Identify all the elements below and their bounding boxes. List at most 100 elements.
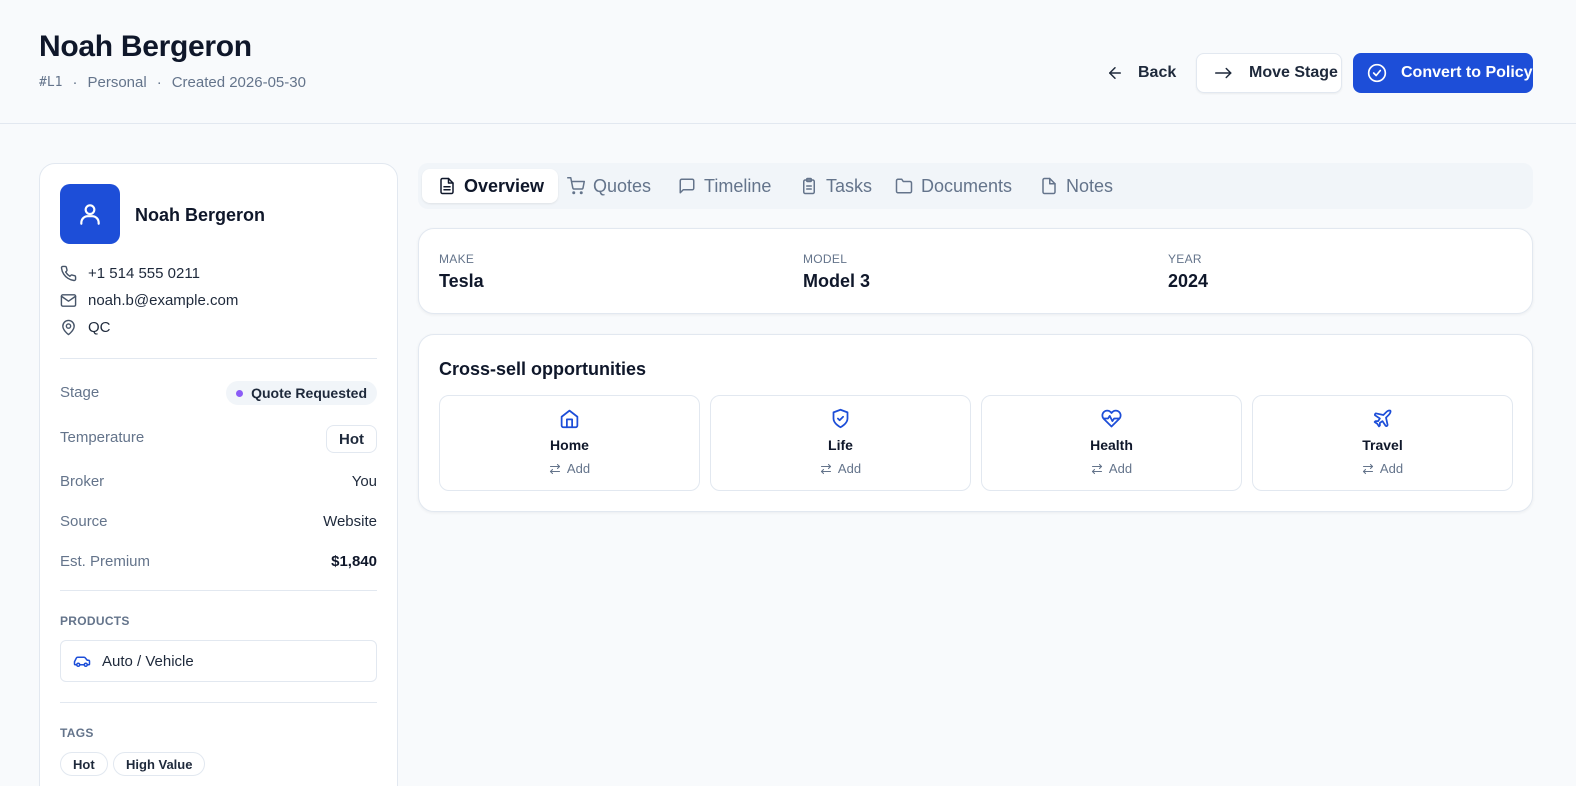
- convert-to-policy-button[interactable]: Convert to Policy: [1353, 53, 1533, 93]
- stage-label: Stage: [60, 384, 100, 401]
- phone-value: +1 514 555 0211: [88, 265, 200, 282]
- add-label: Add: [1379, 461, 1404, 476]
- meta-separator: ·: [72, 74, 78, 91]
- tab-label: Overview: [464, 175, 545, 196]
- stage-dot: [236, 389, 244, 397]
- tab-label: Quotes: [593, 175, 652, 196]
- email-value: noah.b@example.com: [88, 292, 239, 309]
- product-label: Auto / Vehicle: [102, 652, 194, 670]
- make-value: Tesla: [439, 271, 484, 291]
- premium-value: $1,840: [331, 553, 377, 570]
- stage-badge: Quote Requested: [226, 381, 377, 405]
- temperature-badge: Hot: [326, 425, 377, 453]
- check-circle-icon: [1367, 63, 1387, 83]
- lead-profile-card: Noah Bergeron +1 514 555 0211 noah.b@exa…: [39, 163, 398, 786]
- cross-sell-name: Health: [1090, 437, 1133, 453]
- avatar: [60, 184, 120, 244]
- tab-quotes[interactable]: Quotes: [551, 169, 665, 203]
- tab-label: Documents: [921, 175, 1013, 196]
- tab-label: Tasks: [826, 175, 873, 196]
- products-caption: PRODUCTS: [60, 614, 130, 628]
- lead-type: Personal: [87, 74, 147, 91]
- cross-sell-card: Cross-sell opportunities Home Add Life A…: [418, 334, 1533, 512]
- cross-sell-add[interactable]: Add: [1253, 461, 1512, 476]
- lead-meta: #L1 · Personal · Created 2026-05-30: [39, 74, 306, 91]
- clipboard-icon: [803, 177, 815, 195]
- tab-label: Timeline: [704, 175, 772, 196]
- lead-id: #L1: [39, 75, 63, 90]
- cross-sell-name: Life: [828, 437, 853, 453]
- add-label: Add: [566, 461, 591, 476]
- stage-value: Quote Requested: [251, 385, 367, 401]
- swap-icon: [820, 463, 831, 474]
- file-icon: [1042, 177, 1056, 195]
- location-value: QC: [88, 319, 111, 336]
- meta-separator: ·: [156, 74, 162, 91]
- swap-icon: [1091, 463, 1102, 474]
- cart-icon: [567, 177, 585, 195]
- car-icon: [73, 656, 91, 667]
- tags-caption: TAGS: [60, 726, 94, 740]
- source-label: Source: [60, 513, 108, 530]
- file-text-icon: [440, 177, 454, 195]
- tab-notes[interactable]: Notes: [1024, 169, 1127, 203]
- move-stage-button[interactable]: Move Stage: [1196, 53, 1342, 93]
- model-value: Model 3: [803, 271, 871, 291]
- broker-label: Broker: [60, 473, 105, 490]
- add-label: Add: [837, 461, 862, 476]
- cross-sell-home[interactable]: Home Add: [439, 395, 700, 491]
- move-stage-label: Move Stage: [1249, 64, 1338, 81]
- page-title: Noah Bergeron: [39, 30, 252, 63]
- lead-created: Created 2026-05-30: [171, 74, 306, 91]
- make-label: MAKE: [439, 252, 475, 266]
- swap-icon: [1362, 463, 1373, 474]
- premium-label: Est. Premium: [60, 553, 151, 570]
- convert-label: Convert to Policy: [1401, 64, 1533, 81]
- model-label: MODEL: [803, 252, 848, 266]
- divider: [60, 702, 377, 703]
- tab-overview[interactable]: Overview: [422, 169, 559, 203]
- cross-sell-add[interactable]: Add: [982, 461, 1241, 476]
- shield-check-icon: [832, 408, 849, 429]
- cross-sell-travel[interactable]: Travel Add: [1252, 395, 1513, 491]
- message-square-icon: [679, 178, 695, 194]
- tag-hot[interactable]: Hot: [60, 752, 108, 776]
- cross-sell-name: Travel: [1362, 437, 1403, 453]
- back-button[interactable]: Back: [1100, 53, 1180, 93]
- map-pin-icon: [62, 319, 75, 336]
- temperature-label: Temperature: [60, 429, 145, 446]
- swap-icon: [549, 463, 560, 474]
- home-icon: [560, 409, 579, 429]
- divider: [60, 590, 377, 591]
- phone-icon: [60, 265, 77, 282]
- cross-sell-name: Home: [550, 437, 589, 453]
- phone-row[interactable]: +1 514 555 0211: [60, 265, 200, 282]
- tag-high-value[interactable]: High Value: [113, 752, 206, 776]
- tab-timeline[interactable]: Timeline: [662, 169, 785, 203]
- cross-sell-life[interactable]: Life Add: [710, 395, 971, 491]
- tab-label: Notes: [1066, 175, 1114, 196]
- tab-tasks[interactable]: Tasks: [784, 169, 886, 203]
- email-row[interactable]: noah.b@example.com: [60, 292, 238, 309]
- mail-icon: [60, 294, 77, 307]
- tab-bar: Overview Quotes Timeline Tasks Documents…: [418, 163, 1533, 209]
- add-label: Add: [1108, 461, 1133, 476]
- location-row: QC: [60, 319, 111, 336]
- heart-pulse-icon: [1101, 409, 1122, 428]
- vehicle-card: MAKE Tesla MODEL Model 3 YEAR 2024: [418, 228, 1533, 314]
- folder-icon: [895, 178, 913, 194]
- cross-sell-add[interactable]: Add: [711, 461, 970, 476]
- source-value: Website: [323, 513, 377, 530]
- cross-sell-health[interactable]: Health Add: [981, 395, 1242, 491]
- year-value: 2024: [1168, 271, 1209, 291]
- user-icon: [80, 204, 100, 225]
- broker-value: You: [351, 473, 377, 490]
- back-label: Back: [1138, 64, 1177, 81]
- plane-icon: [1373, 409, 1392, 428]
- cross-sell-add[interactable]: Add: [440, 461, 699, 476]
- arrow-left-icon: [1109, 67, 1121, 79]
- divider: [60, 358, 377, 359]
- tab-documents[interactable]: Documents: [879, 169, 1026, 203]
- product-item[interactable]: Auto / Vehicle: [60, 640, 377, 682]
- page-header: Noah Bergeron #L1 · Personal · Created 2…: [0, 0, 1576, 124]
